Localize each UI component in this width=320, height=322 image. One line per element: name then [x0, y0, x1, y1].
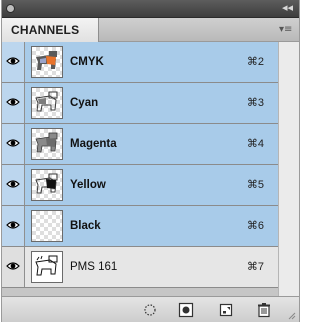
channel-name: Black	[70, 220, 101, 232]
panel-footer	[2, 296, 299, 322]
collapse-icon[interactable]: ◂◂	[282, 2, 293, 14]
save-selection-as-channel-icon[interactable]	[178, 302, 194, 318]
resize-grip-icon[interactable]	[286, 310, 296, 320]
channel-shortcut: ⌘3	[246, 97, 264, 109]
trash-icon[interactable]	[256, 302, 272, 318]
new-channel-icon[interactable]	[218, 302, 234, 318]
channel-name: Yellow	[70, 179, 106, 191]
eye-icon	[6, 57, 20, 65]
visibility-toggle[interactable]	[2, 83, 25, 123]
channel-shortcut: ⌘2	[246, 56, 264, 68]
channel-row-black[interactable]: Black ⌘6	[2, 206, 278, 247]
tab-strip: CHANNELS ▾≡	[2, 18, 299, 42]
eye-icon	[6, 98, 20, 106]
channel-name: Magenta	[70, 138, 117, 150]
channel-name: Cyan	[70, 97, 99, 109]
channel-thumbnail-black	[31, 210, 63, 242]
channel-row-magenta[interactable]: Magenta ⌘4	[2, 124, 278, 165]
channel-thumbnail-magenta	[31, 128, 63, 160]
visibility-toggle[interactable]	[2, 42, 25, 82]
tab-channels[interactable]: CHANNELS	[2, 18, 99, 42]
channel-shortcut: ⌘4	[246, 138, 264, 150]
scrollbar[interactable]	[278, 42, 299, 296]
eye-icon	[6, 139, 20, 147]
channel-thumbnail-cyan	[31, 87, 63, 119]
panel-menu-icon[interactable]: ▾≡	[279, 23, 293, 36]
load-channel-as-selection-icon[interactable]	[142, 302, 158, 318]
eye-icon	[6, 180, 20, 188]
channel-shortcut: ⌘6	[246, 220, 264, 232]
channel-thumbnail-pms-161	[31, 251, 63, 283]
close-icon[interactable]	[6, 4, 15, 13]
channel-row-cyan[interactable]: Cyan ⌘3	[2, 83, 278, 124]
panel-titlebar[interactable]: ◂◂	[2, 0, 299, 18]
channel-thumbnail-cmyk	[31, 46, 63, 78]
visibility-toggle[interactable]	[2, 165, 25, 205]
channel-shortcut: ⌘7	[246, 261, 264, 273]
channel-name: CMYK	[70, 56, 104, 68]
channel-shortcut: ⌘5	[246, 179, 264, 191]
channels-panel: ◂◂ CHANNELS ▾≡ CMYK ⌘2 Cyan ⌘3 Magenta ⌘…	[1, 0, 300, 322]
channel-thumbnail-yellow	[31, 169, 63, 201]
visibility-toggle[interactable]	[2, 206, 25, 246]
eye-icon	[6, 221, 20, 229]
channel-name: PMS 161	[70, 261, 118, 273]
channel-row-pms-161[interactable]: PMS 161 ⌘7	[2, 247, 278, 288]
channel-list: CMYK ⌘2 Cyan ⌘3 Magenta ⌘4 Yellow ⌘5 Bla…	[2, 42, 278, 296]
visibility-toggle[interactable]	[2, 247, 25, 287]
channel-row-cmyk[interactable]: CMYK ⌘2	[2, 42, 278, 83]
visibility-toggle[interactable]	[2, 124, 25, 164]
channel-row-yellow[interactable]: Yellow ⌘5	[2, 165, 278, 206]
eye-icon	[6, 262, 20, 270]
